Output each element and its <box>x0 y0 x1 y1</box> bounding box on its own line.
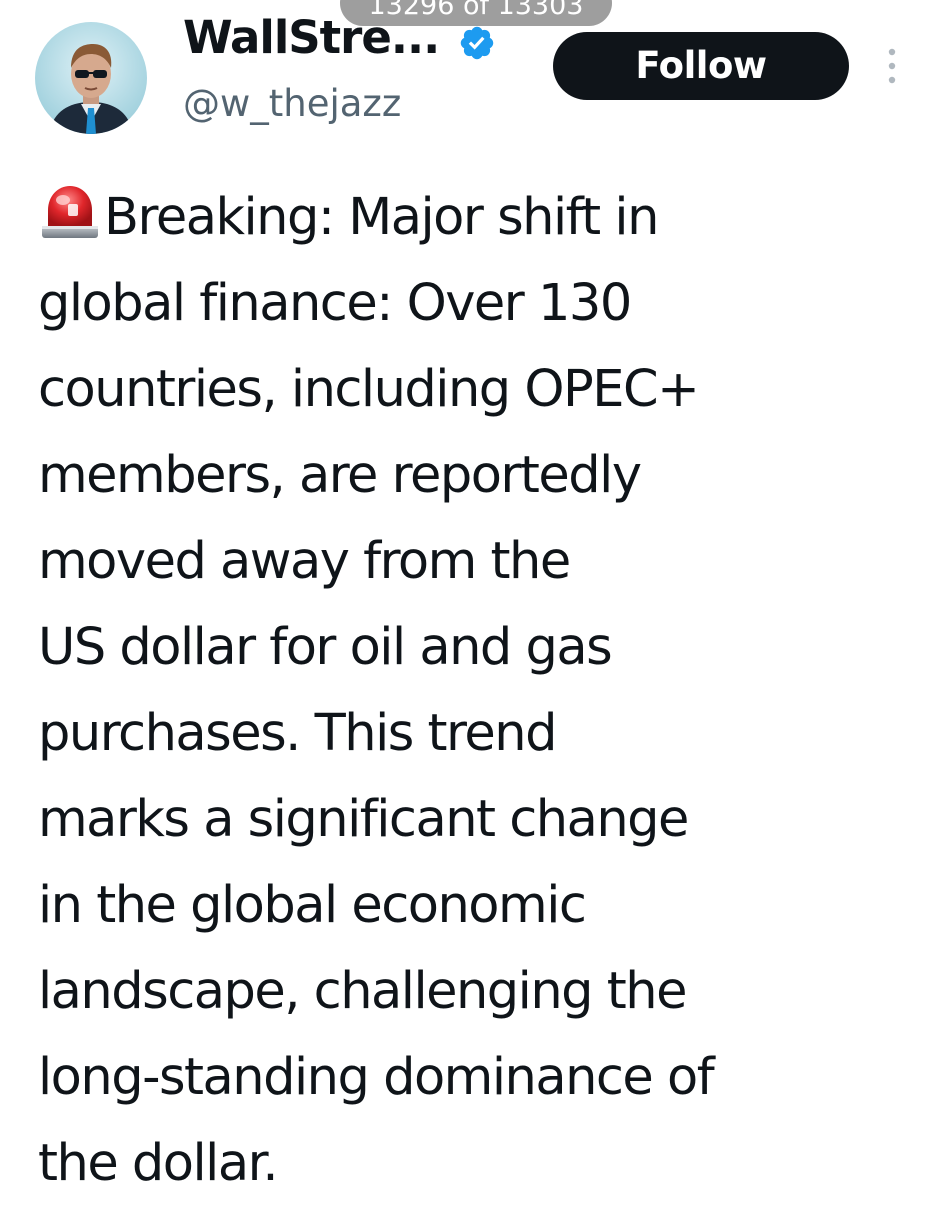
tweet-text: Breaking: Major shift in global finance:… <box>38 175 938 1207</box>
tweet-line: marks a significant change <box>38 790 689 849</box>
tweet-line: the dollar. <box>38 1134 279 1193</box>
tweet-line-text: Breaking: Major shift in <box>104 188 659 247</box>
author-display-name[interactable]: WallStre... <box>183 10 440 66</box>
tweet-line: in the global economic <box>38 876 587 935</box>
tweet-line: long-standing dominance of <box>38 1048 715 1107</box>
tweet-line: US dollar for oil and gas <box>38 618 613 677</box>
more-vertical-icon[interactable] <box>880 46 904 86</box>
avatar-image <box>35 22 147 134</box>
tweet-line: global finance: Over 130 <box>38 274 632 333</box>
tweet-line: purchases. This trend <box>38 704 557 763</box>
verified-badge-icon <box>460 26 494 60</box>
avatar[interactable] <box>35 22 147 134</box>
tweet-line: members, are reportedly <box>38 446 642 505</box>
tweet-line: Breaking: Major shift in <box>38 175 938 261</box>
tweet-line: countries, including OPEC+ <box>38 360 700 419</box>
tweet-line: moved away from the <box>38 532 571 591</box>
follow-button[interactable]: Follow <box>553 32 849 100</box>
police-siren-emoji-icon <box>42 186 98 238</box>
author-handle[interactable]: @w_thejazz <box>183 80 401 128</box>
tweet-line: landscape, challenging the <box>38 962 687 1021</box>
